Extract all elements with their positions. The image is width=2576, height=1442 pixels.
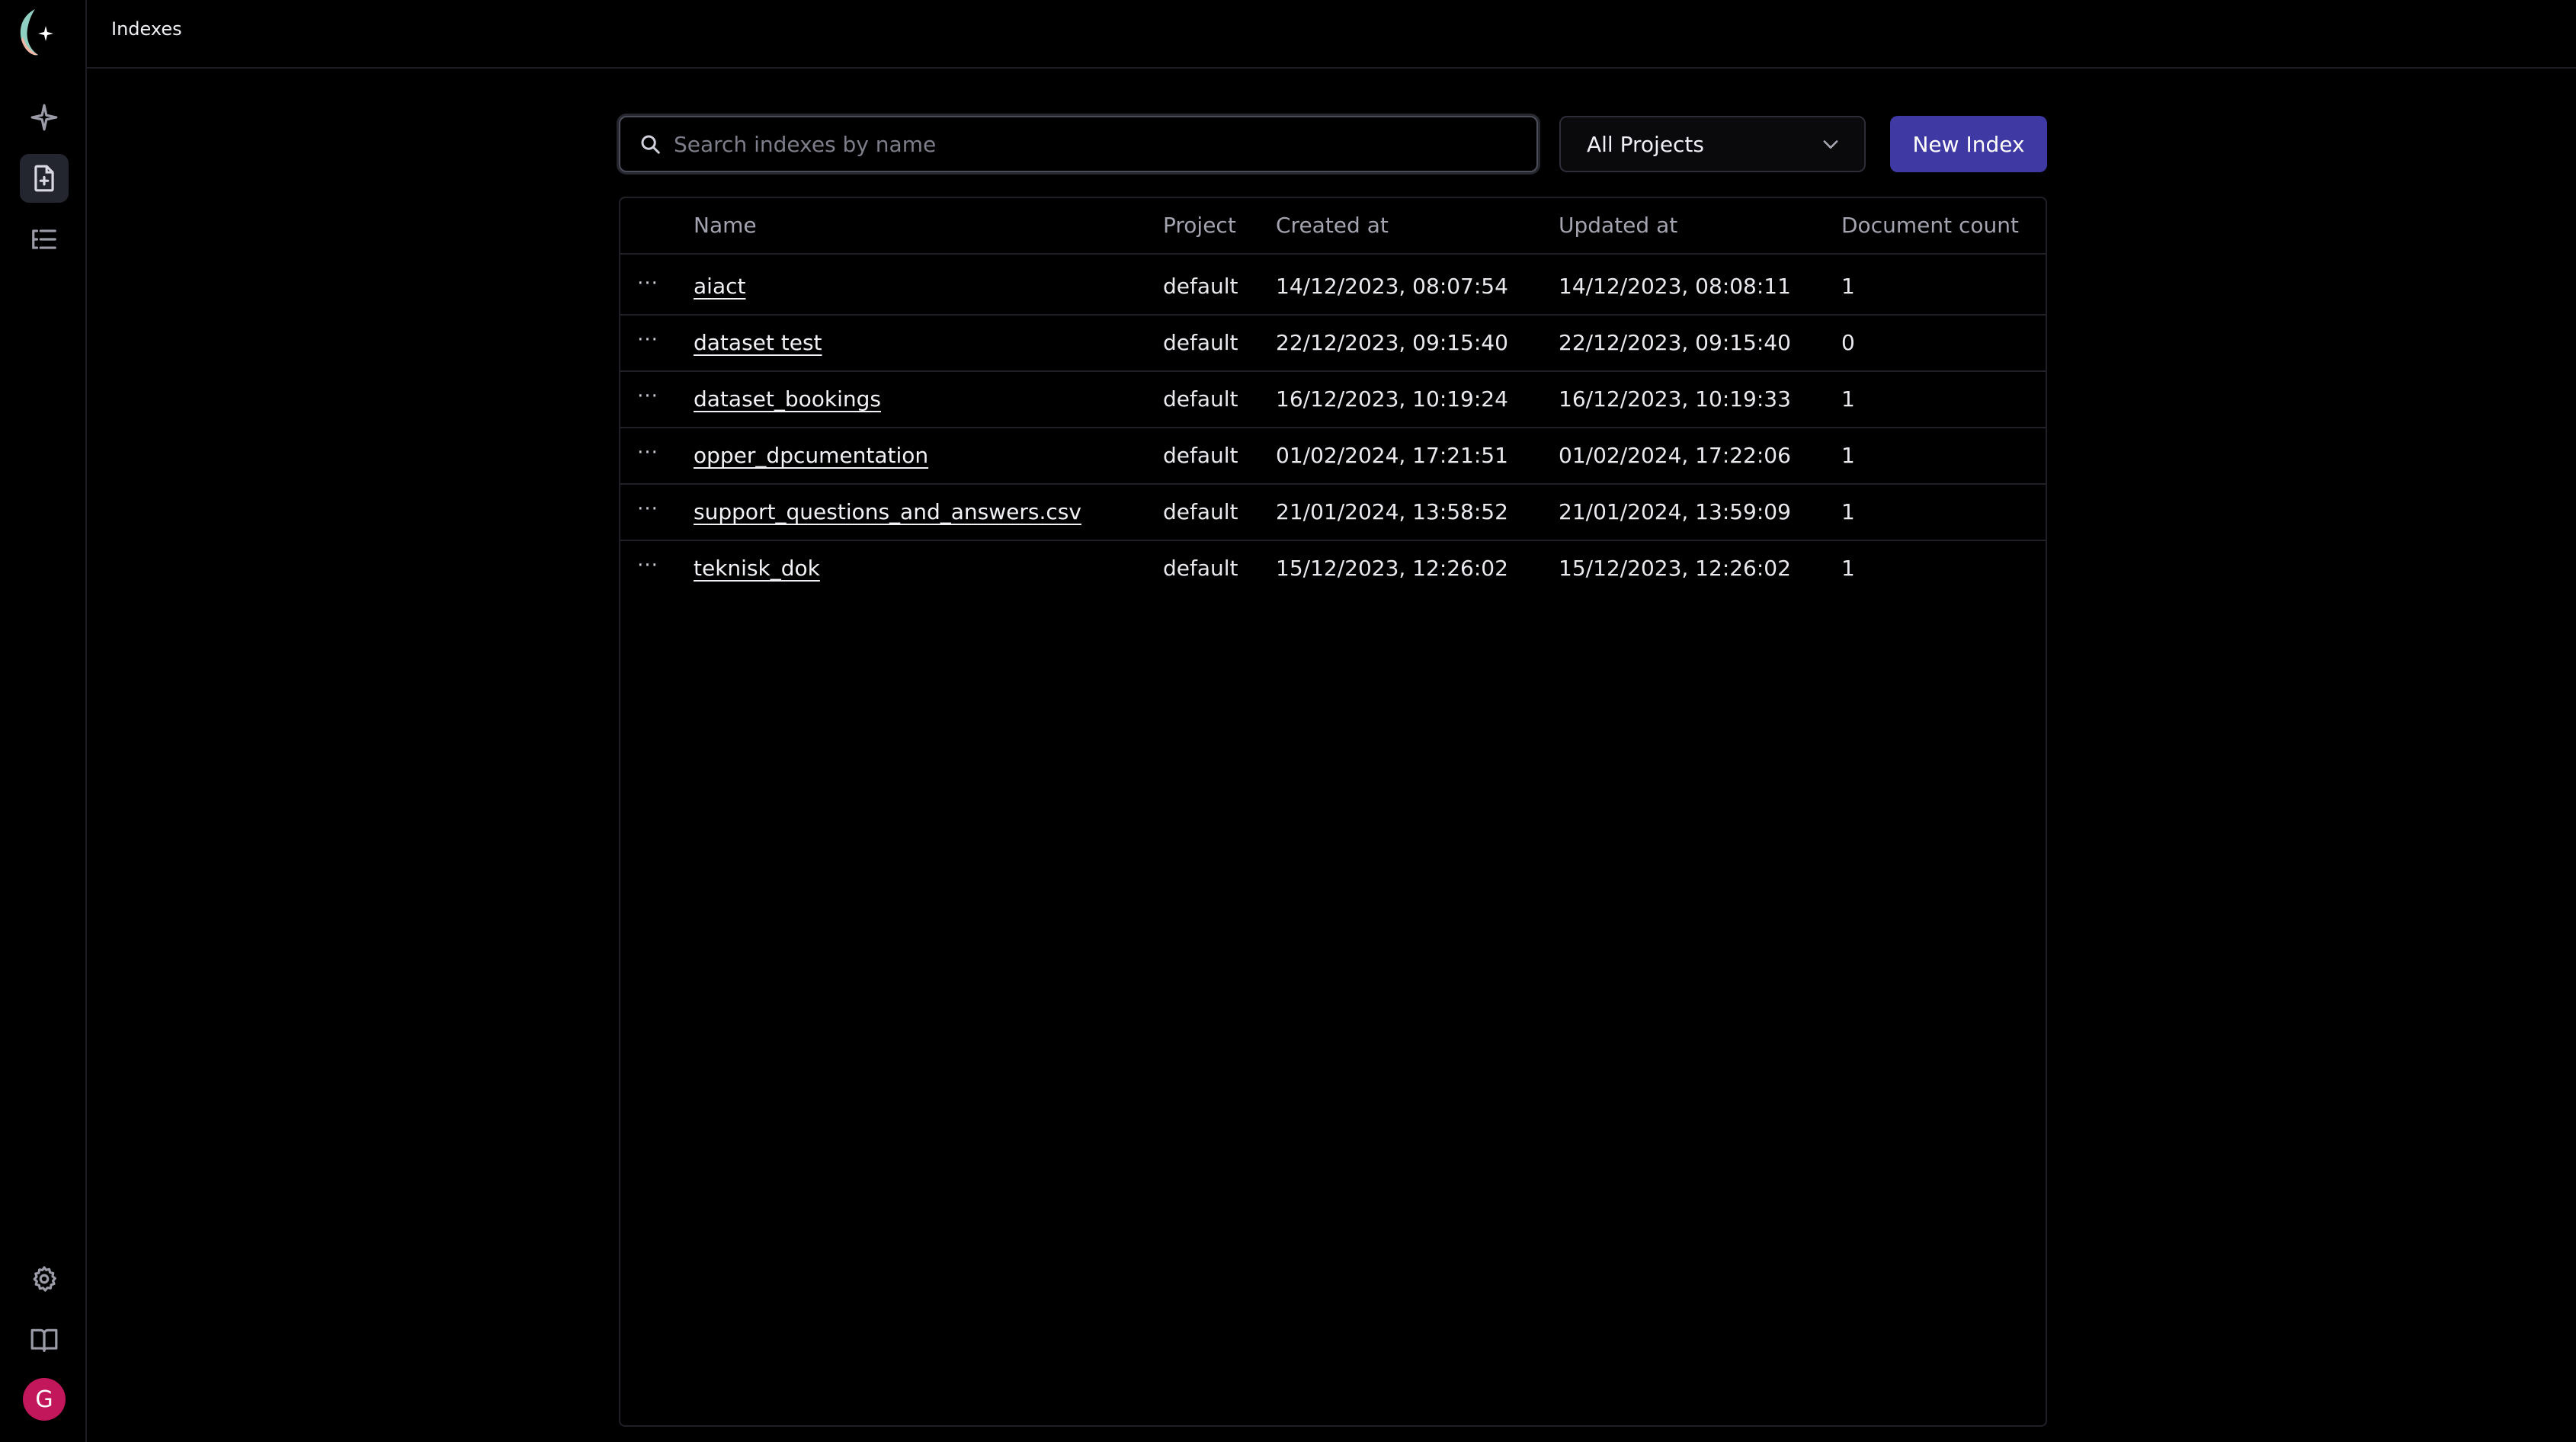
row-project: default — [1163, 556, 1238, 581]
search-input[interactable] — [674, 121, 1536, 167]
table-row[interactable]: ··· dataset_bookings default 16/12/2023,… — [620, 372, 2046, 428]
row-menu-icon[interactable]: ··· — [633, 485, 663, 540]
row-menu-icon[interactable]: ··· — [633, 259, 663, 314]
row-created-at: 21/01/2024, 13:58:52 — [1276, 499, 1508, 524]
sidebar-item-logs[interactable] — [20, 215, 69, 264]
row-updated-at: 14/12/2023, 08:08:11 — [1559, 274, 1791, 299]
row-menu-icon[interactable]: ··· — [633, 372, 663, 427]
row-document-count: 1 — [1841, 499, 1855, 524]
index-name-link[interactable]: dataset test — [694, 330, 822, 355]
column-header-project[interactable]: Project — [1163, 198, 1236, 253]
column-header-document-count[interactable]: Document count — [1841, 198, 2019, 253]
avatar[interactable]: G — [23, 1378, 66, 1421]
row-name-cell: support_questions_and_answers.csv — [694, 485, 1081, 540]
gear-icon — [33, 1266, 56, 1292]
index-name-link[interactable]: opper_dpcumentation — [694, 443, 928, 468]
sidebar-item-indexes[interactable] — [20, 154, 69, 203]
table-row[interactable]: ··· opper_dpcumentation default 01/02/20… — [620, 428, 2046, 485]
row-name-cell: aiact — [694, 259, 745, 314]
index-name-link[interactable]: aiact — [694, 274, 745, 299]
table-row[interactable]: ··· teknisk_dok default 15/12/2023, 12:2… — [620, 541, 2046, 598]
search-box[interactable] — [619, 116, 1538, 172]
row-created-at: 16/12/2023, 10:19:24 — [1276, 386, 1508, 412]
indexes-table: Name Project Created at Updated at Docum… — [619, 197, 2047, 1427]
table-row[interactable]: ··· aiact default 14/12/2023, 08:07:54 1… — [620, 259, 2046, 316]
sidebar: G — [0, 0, 87, 1442]
row-name-cell: opper_dpcumentation — [694, 428, 928, 483]
list-icon — [32, 229, 56, 249]
document-add-icon — [34, 165, 54, 192]
index-name-link[interactable]: support_questions_and_answers.csv — [694, 499, 1081, 524]
row-created-at: 22/12/2023, 09:15:40 — [1276, 330, 1508, 355]
row-document-count: 1 — [1841, 443, 1855, 468]
sparkle-icon — [30, 104, 58, 131]
row-document-count: 0 — [1841, 330, 1855, 355]
row-name-cell: teknisk_dok — [694, 541, 820, 596]
row-created-at: 14/12/2023, 08:07:54 — [1276, 274, 1508, 299]
project-filter-value: All Projects — [1587, 131, 1704, 157]
column-header-updated[interactable]: Updated at — [1559, 198, 1677, 253]
book-icon — [30, 1328, 58, 1352]
row-created-at: 15/12/2023, 12:26:02 — [1276, 556, 1508, 581]
row-name-cell: dataset test — [694, 316, 822, 370]
sidebar-item-docs[interactable] — [20, 1315, 69, 1364]
search-icon — [641, 135, 660, 154]
app-root: G Indexes All Projects New Index Name Pr… — [0, 0, 2576, 1442]
index-name-link[interactable]: teknisk_dok — [694, 556, 820, 581]
logo[interactable] — [15, 6, 56, 58]
column-header-name[interactable]: Name — [694, 198, 757, 253]
top-bar: Indexes — [87, 0, 2576, 69]
row-created-at: 01/02/2024, 17:21:51 — [1276, 443, 1508, 468]
row-updated-at: 21/01/2024, 13:59:09 — [1559, 499, 1791, 524]
project-filter-select[interactable]: All Projects — [1559, 116, 1866, 172]
page-title: Indexes — [111, 18, 182, 40]
table-row[interactable]: ··· support_questions_and_answers.csv de… — [620, 485, 2046, 541]
row-menu-icon[interactable]: ··· — [633, 541, 663, 596]
sidebar-item-settings[interactable] — [20, 1255, 69, 1303]
row-updated-at: 22/12/2023, 09:15:40 — [1559, 330, 1791, 355]
row-menu-icon[interactable]: ··· — [633, 316, 663, 370]
row-document-count: 1 — [1841, 386, 1855, 412]
row-updated-at: 01/02/2024, 17:22:06 — [1559, 443, 1791, 468]
table-row[interactable]: ··· dataset test default 22/12/2023, 09:… — [620, 316, 2046, 372]
row-project: default — [1163, 274, 1238, 299]
row-updated-at: 15/12/2023, 12:26:02 — [1559, 556, 1791, 581]
row-document-count: 1 — [1841, 556, 1855, 581]
row-project: default — [1163, 330, 1238, 355]
row-project: default — [1163, 499, 1238, 524]
chevron-down-icon — [1823, 140, 1838, 149]
index-name-link[interactable]: dataset_bookings — [694, 386, 881, 412]
new-index-button[interactable]: New Index — [1890, 116, 2047, 172]
sidebar-item-playground[interactable] — [20, 93, 69, 142]
row-menu-icon[interactable]: ··· — [633, 428, 663, 483]
row-project: default — [1163, 386, 1238, 412]
row-updated-at: 16/12/2023, 10:19:33 — [1559, 386, 1791, 412]
row-name-cell: dataset_bookings — [694, 372, 881, 427]
column-header-created[interactable]: Created at — [1276, 198, 1389, 253]
row-document-count: 1 — [1841, 274, 1855, 299]
table-header: Name Project Created at Updated at Docum… — [620, 198, 2046, 255]
row-project: default — [1163, 443, 1238, 468]
